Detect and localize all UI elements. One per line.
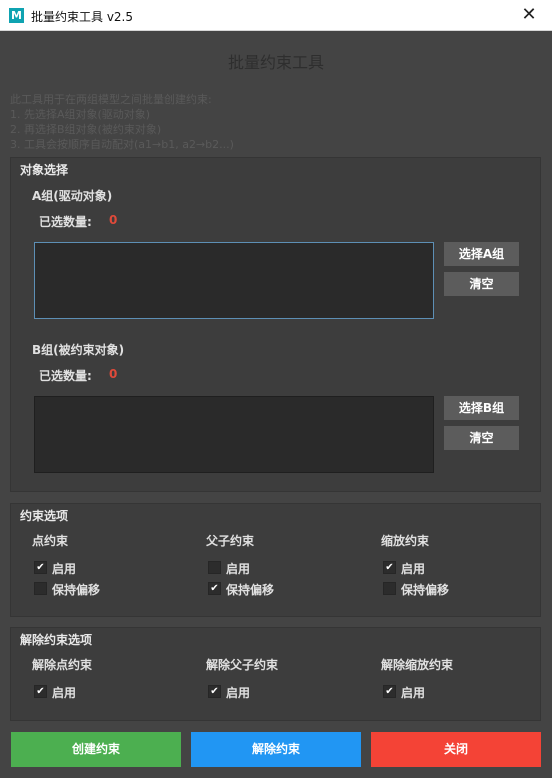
checkbox-box[interactable] bbox=[34, 582, 47, 595]
point-constraint-title: 点约束 bbox=[32, 534, 69, 548]
checkbox-label: 保持偏移 bbox=[401, 583, 450, 597]
checkbox-box[interactable]: ✔ bbox=[383, 561, 396, 574]
group-b-count-value: 0 bbox=[109, 367, 118, 381]
group-b-list[interactable] bbox=[34, 396, 434, 473]
object-selection-group: 对象选择 A组(驱动对象) 已选数量: 0 选择A组 清空 B组(被约束对象) … bbox=[10, 157, 541, 492]
group-a-count-value: 0 bbox=[109, 213, 118, 227]
checkbox-label: 启用 bbox=[52, 686, 77, 700]
app-icon: M bbox=[9, 8, 24, 23]
select-group-a-button[interactable]: 选择A组 bbox=[444, 242, 519, 266]
checkbox-box[interactable]: ✔ bbox=[383, 685, 396, 698]
checkbox-box[interactable]: ✔ bbox=[208, 582, 221, 595]
group-a-count-label: 已选数量: bbox=[39, 215, 92, 229]
select-group-b-button[interactable]: 选择B组 bbox=[444, 396, 519, 420]
description-line: 3. 工具会按顺序自动配对(a1→b1, a2→b2...) bbox=[10, 138, 234, 151]
remove-options-group: 解除约束选项 解除点约束 ✔ 启用 解除父子约束 ✔ 启用 解除缩放约束 ✔ 启… bbox=[10, 627, 541, 721]
description: 此工具用于在两组模型之间批量创建约束: 1. 先选择A组对象(驱动对象) 2. … bbox=[10, 92, 234, 152]
checkbox-label: 保持偏移 bbox=[52, 583, 101, 597]
parent-constraint-title: 父子约束 bbox=[206, 534, 255, 548]
window-close-button[interactable]: ✕ bbox=[506, 0, 552, 30]
group-b-title: B组(被约束对象) bbox=[32, 343, 125, 357]
remove-scale-title: 解除缩放约束 bbox=[381, 658, 454, 672]
description-line: 此工具用于在两组模型之间批量创建约束: bbox=[10, 93, 212, 106]
create-constraint-button[interactable]: 创建约束 bbox=[11, 732, 181, 767]
group-a-title: A组(驱动对象) bbox=[32, 189, 113, 203]
group-title: 解除约束选项 bbox=[20, 633, 93, 647]
checkbox-label: 启用 bbox=[226, 686, 251, 700]
remove-parent-title: 解除父子约束 bbox=[206, 658, 279, 672]
page-title: 批量约束工具 bbox=[227, 53, 324, 72]
checkbox-label: 启用 bbox=[226, 562, 251, 576]
clear-group-b-button[interactable]: 清空 bbox=[444, 426, 519, 450]
window-title: 批量约束工具 v2.5 bbox=[31, 10, 134, 24]
checkbox-box[interactable] bbox=[208, 561, 221, 574]
group-title: 对象选择 bbox=[20, 163, 69, 177]
checkbox-label: 启用 bbox=[52, 562, 77, 576]
checkbox-box[interactable]: ✔ bbox=[208, 685, 221, 698]
checkbox-box[interactable]: ✔ bbox=[34, 561, 47, 574]
checkbox-label: 启用 bbox=[401, 686, 426, 700]
checkbox-box[interactable]: ✔ bbox=[34, 685, 47, 698]
description-line: 1. 先选择A组对象(驱动对象) bbox=[10, 108, 151, 121]
group-a-list[interactable] bbox=[34, 242, 434, 319]
close-button[interactable]: 关闭 bbox=[371, 732, 541, 767]
remove-constraint-button[interactable]: 解除约束 bbox=[191, 732, 361, 767]
group-title: 约束选项 bbox=[20, 509, 69, 523]
checkbox-box[interactable] bbox=[383, 582, 396, 595]
constraint-options-group: 约束选项 点约束 ✔ 启用 保持偏移 父子约束 启用 ✔ 保持偏移 缩放约束 ✔… bbox=[10, 503, 541, 617]
remove-point-title: 解除点约束 bbox=[32, 658, 93, 672]
group-b-count-label: 已选数量: bbox=[39, 369, 92, 383]
checkbox-label: 保持偏移 bbox=[226, 583, 275, 597]
title-bar: M 批量约束工具 v2.5 ✕ bbox=[0, 0, 552, 31]
checkbox-label: 启用 bbox=[401, 562, 426, 576]
scale-constraint-title: 缩放约束 bbox=[381, 534, 430, 548]
description-line: 2. 再选择B组对象(被约束对象) bbox=[10, 123, 162, 136]
clear-group-a-button[interactable]: 清空 bbox=[444, 272, 519, 296]
